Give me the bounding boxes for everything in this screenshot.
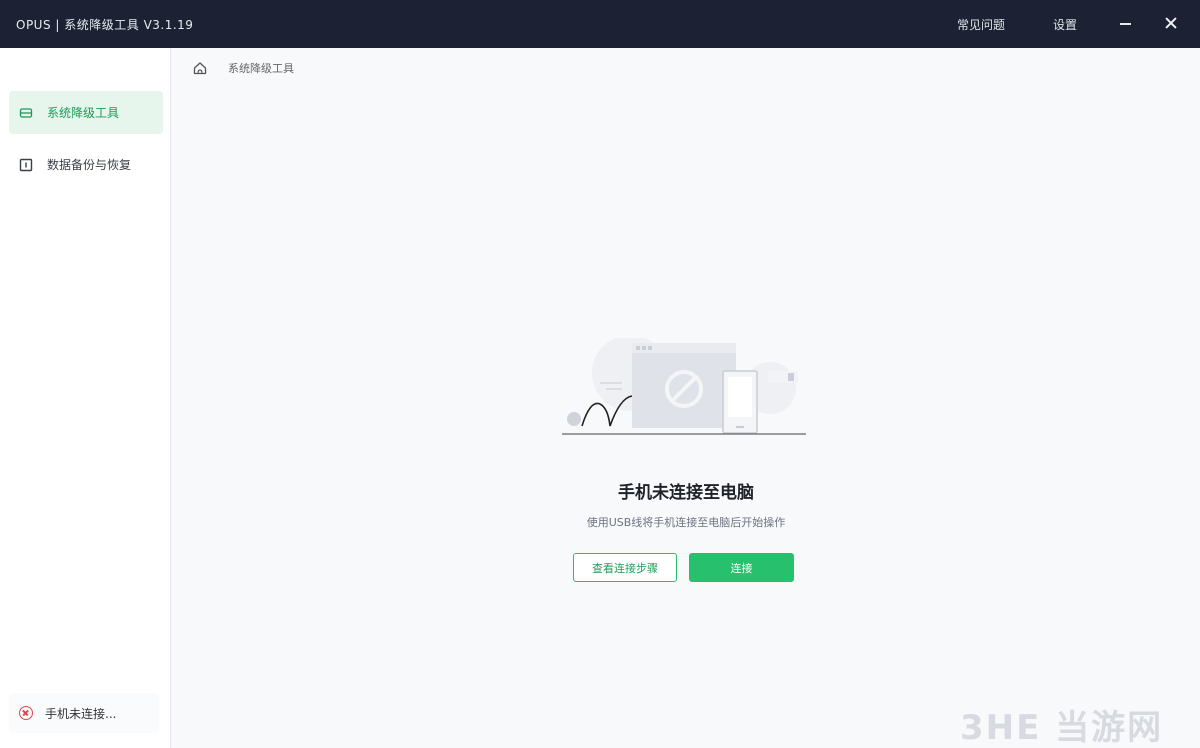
connection-status-text: 手机未连接... [45,706,117,721]
watermark-logo: 3HE 当游网 [960,708,1164,748]
view-steps-button[interactable]: 查看连接步骤 [573,553,677,582]
sidebar-item-downgrade[interactable]: 系统降级工具 [9,91,163,134]
backup-icon [19,158,33,172]
minimize-button[interactable] [1118,14,1134,30]
faq-link[interactable]: 常见问题 [957,16,1005,33]
main-content: 系统降级工具 手机未连接至电脑 使用USB线将手机连接至电脑后开始操作 查看连接… [172,48,1200,748]
disconnected-illustration [562,338,806,435]
close-button[interactable] [1162,14,1180,32]
disconnected-icon [19,706,33,720]
empty-state-subtitle: 使用USB线将手机连接至电脑后开始操作 [586,516,786,529]
empty-state-title: 手机未连接至电脑 [618,483,754,503]
home-icon[interactable] [192,60,208,76]
settings-link[interactable]: 设置 [1053,16,1077,33]
sidebar-item-label: 系统降级工具 [47,106,120,120]
breadcrumb: 系统降级工具 [192,60,294,76]
breadcrumb-current: 系统降级工具 [228,62,294,75]
downgrade-icon [19,106,33,120]
connect-button[interactable]: 连接 [689,553,794,582]
sidebar-item-label: 数据备份与恢复 [47,158,132,172]
sidebar: 系统降级工具 数据备份与恢复 手机未连接... [0,48,171,748]
sidebar-item-backup[interactable]: 数据备份与恢复 [9,143,163,186]
connection-status: 手机未连接... [9,693,159,733]
title-bar: OPUS | 系统降级工具 V3.1.19 常见问题 设置 [0,0,1200,48]
app-title: OPUS | 系统降级工具 V3.1.19 [16,18,194,32]
